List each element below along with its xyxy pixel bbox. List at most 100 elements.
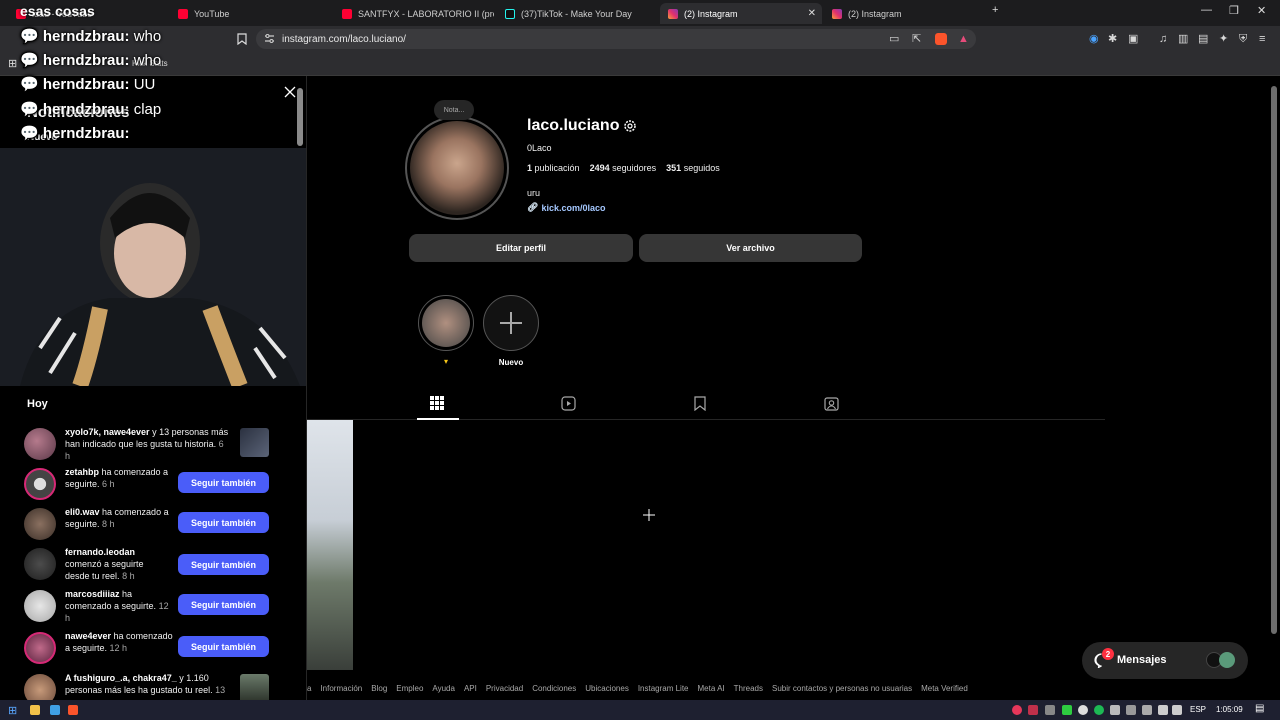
windows-start-icon[interactable]: ⊞ bbox=[8, 704, 17, 717]
highlight-item[interactable] bbox=[418, 295, 474, 351]
follow-back-button[interactable]: Seguir también bbox=[178, 636, 269, 657]
footer-link[interactable]: Meta AI bbox=[698, 684, 725, 698]
footer-link[interactable]: Ubicaciones bbox=[585, 684, 629, 698]
posts-count[interactable]: 1 publicación bbox=[527, 163, 580, 173]
scrollbar-thumb[interactable] bbox=[297, 88, 303, 146]
notification-item[interactable]: xyolo7k, nawe4ever y 13 personas más han… bbox=[24, 426, 274, 466]
saved-icon[interactable] bbox=[694, 396, 710, 412]
tray-app-icon[interactable] bbox=[1028, 705, 1038, 715]
bookmark-icon[interactable] bbox=[237, 33, 247, 48]
messages-button[interactable]: 2 Mensajes bbox=[1082, 642, 1248, 679]
profile-link[interactable]: 🔗︎ kick.com/0laco bbox=[527, 202, 605, 213]
restore-icon[interactable]: ❐ bbox=[1229, 4, 1239, 17]
file-explorer-icon[interactable] bbox=[30, 705, 40, 715]
footer-link[interactable]: Blog bbox=[371, 684, 387, 698]
app-icon[interactable] bbox=[50, 705, 60, 715]
address-bar[interactable]: instagram.com/laco.luciano/ bbox=[256, 29, 976, 49]
plus-icon bbox=[500, 312, 522, 334]
minimize-icon[interactable]: — bbox=[1201, 4, 1212, 16]
unread-badge: 2 bbox=[1102, 648, 1114, 660]
tab-santfyx[interactable]: SANTFYX - LABORATORIO II (prod.q bbox=[334, 3, 494, 24]
footer-link[interactable]: Privacidad bbox=[486, 684, 523, 698]
followers-count[interactable]: 2494 seguidores bbox=[590, 163, 657, 173]
notification-item[interactable]: marcosdiiiaz ha comenzado a seguirte. 12… bbox=[24, 588, 274, 628]
clock[interactable]: 1:05:09 bbox=[1216, 705, 1243, 714]
reels-icon[interactable] bbox=[561, 396, 577, 412]
brave-rewards-icon[interactable]: ▲ bbox=[958, 33, 969, 45]
volume-icon[interactable] bbox=[1172, 705, 1182, 715]
new-tab-icon[interactable]: + bbox=[992, 4, 998, 16]
sidebar-icon[interactable]: ▥ bbox=[1178, 33, 1188, 45]
webcam-overlay bbox=[0, 148, 306, 386]
follow-back-button[interactable]: Seguir también bbox=[178, 594, 269, 615]
tray-app-icon[interactable] bbox=[1078, 705, 1088, 715]
cast-icon[interactable]: ▭ bbox=[889, 33, 899, 45]
tab-instagram-active[interactable]: (2) Instagram ✕ bbox=[660, 3, 822, 24]
story-thumbnail[interactable] bbox=[240, 428, 269, 457]
ai-icon[interactable]: ✦ bbox=[1219, 33, 1228, 45]
tray-app-icon[interactable] bbox=[1012, 705, 1022, 715]
extensions-icon[interactable]: ✱ bbox=[1108, 33, 1117, 45]
reel-thumbnail[interactable] bbox=[240, 674, 269, 700]
notifications-icon[interactable]: ▤ bbox=[1255, 703, 1264, 714]
footer-link[interactable]: Meta Verified bbox=[921, 684, 968, 698]
profile-avatar[interactable] bbox=[405, 116, 509, 220]
footer-link[interactable]: Condiciones bbox=[532, 684, 576, 698]
footer-link[interactable]: Instagram Lite bbox=[638, 684, 689, 698]
footer-link[interactable]: Subir contactos y personas no usuarias bbox=[772, 684, 912, 698]
close-icon[interactable] bbox=[284, 85, 296, 103]
grid-icon[interactable] bbox=[430, 396, 446, 412]
spotify-icon[interactable] bbox=[1094, 705, 1104, 715]
tab-instagram[interactable]: (2) Instagram bbox=[824, 3, 984, 24]
footer-link[interactable]: Threads bbox=[734, 684, 763, 698]
close-tab-icon[interactable]: ✕ bbox=[808, 8, 816, 19]
note-bubble[interactable]: Nota... bbox=[434, 100, 474, 120]
vpn-icon[interactable]: ⛨ bbox=[1239, 33, 1247, 45]
notification-item[interactable]: fernando.leodan comenzó a seguirte desde… bbox=[24, 546, 274, 590]
notification-item[interactable]: nawe4ever ha comenzado a seguirte. 12 h … bbox=[24, 630, 274, 670]
view-archive-button[interactable]: Ver archivo bbox=[639, 234, 862, 262]
footer-link[interactable]: Empleo bbox=[396, 684, 423, 698]
footer-link[interactable]: a bbox=[307, 684, 311, 698]
new-highlight-button[interactable] bbox=[483, 295, 539, 351]
tray-app-icon[interactable] bbox=[1142, 705, 1152, 715]
wallet-2-icon[interactable]: ▤ bbox=[1198, 33, 1208, 45]
tab-tiktok[interactable]: (37)TikTok - Make Your Day bbox=[497, 3, 657, 24]
tray-app-icon[interactable] bbox=[1062, 705, 1072, 715]
edit-profile-button[interactable]: Editar perfil bbox=[409, 234, 633, 262]
follow-back-button[interactable]: Seguir también bbox=[178, 554, 269, 575]
footer-link[interactable]: Ayuda bbox=[432, 684, 455, 698]
profile-display-name: 0Laco bbox=[527, 143, 552, 153]
window-close-icon[interactable]: ✕ bbox=[1257, 4, 1266, 17]
notification-item[interactable]: zetahbp ha comenzado a seguirte. 6 h Seg… bbox=[24, 466, 274, 506]
site-info-icon[interactable] bbox=[264, 33, 275, 47]
tray-app-icon[interactable] bbox=[1045, 705, 1055, 715]
follow-back-button[interactable]: Seguir también bbox=[178, 512, 269, 533]
music-icon[interactable]: ♫ bbox=[1159, 33, 1167, 45]
menu-icon[interactable]: ≡ bbox=[1259, 33, 1265, 45]
language-indicator[interactable]: ESP bbox=[1190, 705, 1206, 714]
post-thumbnail[interactable] bbox=[307, 420, 353, 670]
screenshot-icon[interactable]: ▣ bbox=[1128, 33, 1138, 45]
notification-text: marcosdiiiaz ha comenzado a seguirte. 12… bbox=[65, 589, 169, 623]
network-icon[interactable] bbox=[1158, 705, 1168, 715]
toolbar: instagram.com/laco.luciano/ ▭ ⇱ ▲ ◉ ✱ ▣ … bbox=[0, 26, 1280, 52]
notification-item[interactable]: A fushiguro_.a, chakra47_ y 1.160 person… bbox=[24, 672, 274, 700]
apps-icon[interactable]: ⊞ bbox=[8, 57, 17, 70]
brave-icon[interactable] bbox=[68, 705, 78, 715]
mic-icon[interactable] bbox=[1110, 705, 1120, 715]
follow-back-button[interactable]: Seguir también bbox=[178, 472, 269, 493]
following-count[interactable]: 351 seguidos bbox=[666, 163, 720, 173]
tab-youtube-2[interactable]: YouTube bbox=[170, 3, 330, 24]
brave-shield-icon[interactable] bbox=[935, 33, 947, 45]
share-icon[interactable]: ⇱ bbox=[912, 33, 921, 45]
settings-gear-icon[interactable] bbox=[623, 119, 637, 138]
footer-link[interactable]: Información bbox=[320, 684, 362, 698]
footer-link[interactable]: API bbox=[464, 684, 477, 698]
tray-app-icon[interactable] bbox=[1126, 705, 1136, 715]
notification-text: nawe4ever ha comenzado a seguirte. 12 h bbox=[65, 631, 173, 653]
notification-item[interactable]: eli0.wav ha comenzado a seguirte. 8 h Se… bbox=[24, 506, 274, 546]
tagged-icon[interactable] bbox=[824, 396, 840, 412]
page-scrollbar[interactable] bbox=[1271, 86, 1277, 634]
wallet-icon[interactable]: ◉ bbox=[1089, 33, 1099, 45]
